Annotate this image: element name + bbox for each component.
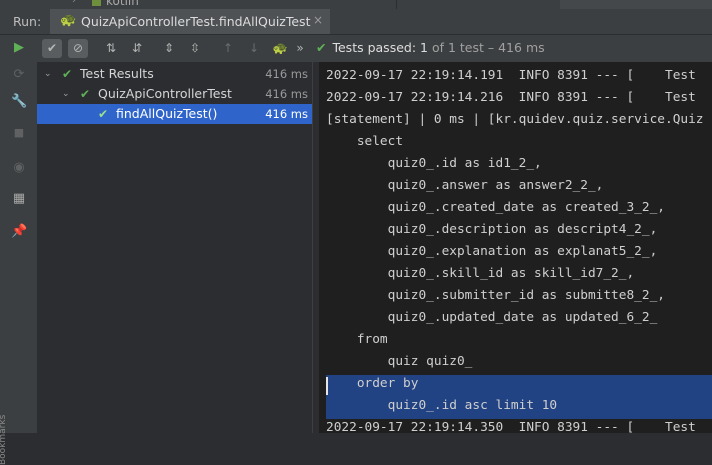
sort-by-duration-icon[interactable]: ⇵ — [127, 39, 147, 58]
run-label: Run: — [13, 14, 42, 29]
sort-alphabetically-icon[interactable]: ⇅ — [101, 39, 121, 58]
show-ignored-toggle-icon[interactable]: ⊘ — [68, 39, 88, 58]
console-line: 2022-09-17 22:19:14.350 INFO 8391 --- [ … — [326, 420, 696, 433]
passed-check-icon: ✔ — [80, 87, 91, 101]
console-line: quiz0_.skill_id as skill_id7_2_, — [326, 266, 635, 281]
console-line: quiz0_.id as id1_2_, — [326, 156, 542, 171]
tree-item-label: Test Results — [80, 66, 154, 81]
tree-item-time: 416 ms — [265, 107, 308, 121]
run-tool-window-header: Run: 🐢 QuizApiControllerTest.findAllQuiz… — [0, 9, 712, 35]
tree-item-time: 416 ms — [265, 67, 308, 81]
run-config-tab[interactable]: 🐢 QuizApiControllerTest.findAllQuizTest … — [50, 9, 330, 34]
console-line: quiz0_.description as descript4_2_, — [326, 222, 658, 237]
rerun-failed-icon[interactable]: ⟳ — [11, 67, 27, 83]
chevron-down-icon[interactable]: ⌄ — [62, 84, 70, 104]
bookmarks-side-label[interactable]: Bookmarks — [0, 405, 8, 465]
tree-item-label: QuizApiControllerTest — [98, 86, 232, 101]
test-status: ✔ Tests passed: 1 of 1 test – 416 ms — [316, 40, 545, 55]
console-line: quiz0_.submitter_id as submitte8_2_, — [326, 288, 665, 303]
expand-all-icon[interactable]: ⇕ — [159, 39, 179, 58]
chevron-down-icon[interactable]: ⌄ — [44, 64, 52, 84]
passed-check-icon: ✔ — [98, 107, 109, 121]
status-summary: of 1 test – 416 ms — [427, 40, 545, 55]
console-line: quiz quiz0_ — [326, 354, 473, 369]
test-tree: ⌄ ✔ Test Results 416 ms ⌄ ✔ QuizApiContr… — [37, 62, 312, 433]
tree-item-test-results[interactable]: ⌄ ✔ Test Results 416 ms — [37, 64, 312, 84]
test-toolbar: ✔ ⊘ ⇅ ⇵ ⇕ ⇳ ↑ ↓ 🐢 » ✔ Tests passed: 1 of … — [37, 35, 712, 62]
console-output[interactable]: 2022-09-17 22:19:14.191 INFO 8391 --- [ … — [313, 62, 712, 433]
console-gutter — [313, 62, 319, 433]
passed-check-icon: ✔ — [316, 40, 327, 55]
rerun-icon[interactable]: ▶ — [11, 40, 27, 56]
top-strip: › kotlin — [0, 0, 712, 9]
eye-icon[interactable]: ◉ — [11, 160, 27, 176]
import-tests-icon[interactable]: 🐢 — [270, 39, 290, 58]
layout-icon[interactable]: ▦ — [11, 191, 27, 207]
tree-item-test-method[interactable]: ✔ findAllQuizTest() 416 ms — [37, 104, 312, 124]
console-line: quiz0_.created_date as created_3_2_, — [326, 200, 665, 215]
previous-failed-icon[interactable]: ↑ — [218, 39, 238, 58]
test-config-icon: 🐢 — [60, 13, 77, 28]
console-line: quiz0_.updated_date as updated_6_2_ — [326, 310, 658, 325]
close-icon[interactable]: × — [313, 13, 323, 27]
more-icon[interactable]: » — [293, 39, 307, 58]
console-line: 2022-09-17 22:19:14.216 INFO 8391 --- [ … — [326, 90, 696, 105]
console-line-selected: order by — [326, 376, 419, 391]
stop-icon[interactable]: ■ — [11, 125, 27, 141]
console-line: select — [326, 134, 404, 149]
console-line: from — [326, 332, 388, 347]
left-toolbar: ▶ ⟳ 🔧 ■ ◉ ▦ 📌 Bookmarks — [0, 35, 38, 465]
tree-item-test-class[interactable]: ⌄ ✔ QuizApiControllerTest 416 ms — [37, 84, 312, 104]
status-label: Tests passed: — [332, 40, 417, 55]
console-line: quiz0_.answer as answer2_2_, — [326, 178, 604, 193]
text-caret — [326, 377, 328, 395]
console-line-selected: quiz0_.id asc limit 10 — [326, 398, 558, 413]
tree-item-label: findAllQuizTest() — [116, 106, 218, 121]
top-divider — [396, 0, 397, 9]
passed-check-icon: ✔ — [62, 67, 73, 81]
project-node-kotlin[interactable]: kotlin — [92, 0, 139, 8]
top-right-panel — [560, 0, 712, 9]
chevron-right-icon: › — [72, 0, 76, 6]
console-line: 2022-09-17 22:19:14.191 INFO 8391 --- [ … — [326, 68, 696, 83]
next-failed-icon[interactable]: ↓ — [244, 39, 264, 58]
tree-item-time: 416 ms — [265, 87, 308, 101]
collapse-all-icon[interactable]: ⇳ — [185, 39, 205, 58]
console-line: quiz0_.explanation as explanat5_2_, — [326, 244, 658, 259]
status-count: 1 — [420, 40, 428, 55]
show-passed-toggle-icon[interactable]: ✔ — [42, 39, 62, 58]
wrench-icon[interactable]: 🔧 — [11, 94, 27, 110]
console-line: [statement] | 0 ms | [kr.quidev.quiz.ser… — [326, 112, 704, 127]
pin-icon[interactable]: 📌 — [11, 224, 27, 240]
run-config-tab-title: QuizApiControllerTest.findAllQuizTest — [81, 14, 311, 29]
